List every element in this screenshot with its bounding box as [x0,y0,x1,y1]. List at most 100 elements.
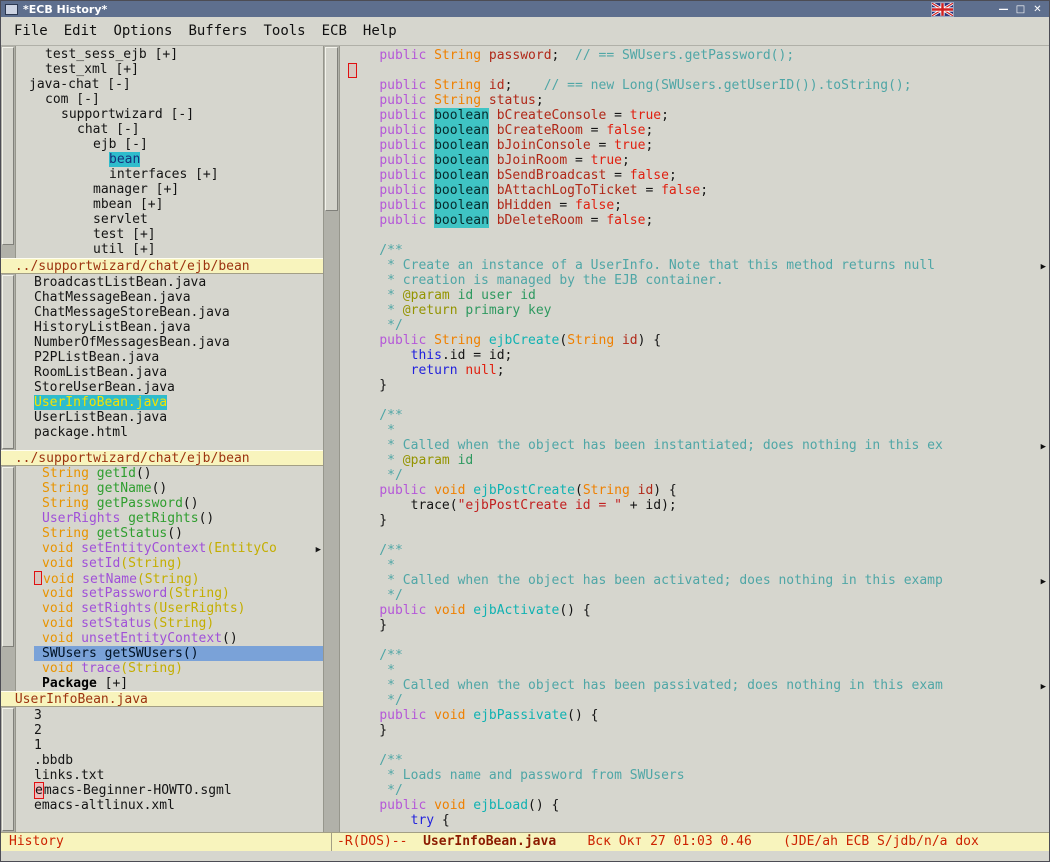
code-line[interactable]: public boolean bSendBroadcast = false; [348,168,1049,183]
methods-scrollbar[interactable] [1,466,16,691]
code-line[interactable]: */ [348,693,1049,708]
code-line[interactable]: * [348,663,1049,678]
code-line[interactable]: public String id; // == new Long(SWUsers… [348,78,1049,93]
code-line[interactable]: public String password; // == SWUsers.ge… [348,48,1049,63]
method-item[interactable]: String getId() [34,466,323,481]
code-line[interactable]: public void ejbLoad() { [348,798,1049,813]
menu-item-ecb[interactable]: ECB [314,20,355,42]
tree-item[interactable]: test_sess_ejb [+] [29,47,323,62]
menu-item-file[interactable]: File [6,20,56,42]
code-line[interactable]: * Loads name and password from SWUsers [348,768,1049,783]
editor-scrollbar[interactable] [323,46,340,832]
tree-item[interactable]: java-chat [-] [29,77,323,92]
method-item[interactable]: UserRights getRights() [34,511,323,526]
source-file-item[interactable]: NumberOfMessagesBean.java [34,335,323,350]
code-line[interactable]: trace("ejbPostCreate id = " + id); [348,498,1049,513]
tree-item[interactable]: chat [-] [29,122,323,137]
menu-item-edit[interactable]: Edit [56,20,106,42]
code-line[interactable]: */ [348,318,1049,333]
tree-item[interactable]: util [+] [29,242,323,257]
scrollbar-thumb[interactable] [325,47,338,211]
history-item[interactable]: emacs-Beginner-HOWTO.sgml [34,783,323,798]
history-item[interactable]: 3 [34,708,323,723]
directories-scrollbar[interactable] [1,46,16,258]
history-item[interactable]: 1 [34,738,323,753]
code-line[interactable]: return null; [348,363,1049,378]
code-line[interactable]: public boolean bAttachLogToTicket = fals… [348,183,1049,198]
menu-item-options[interactable]: Options [105,20,180,42]
code-line[interactable]: try { [348,813,1049,828]
code-line[interactable]: public String ejbCreate(String id) { [348,333,1049,348]
code-line[interactable] [348,228,1049,243]
code-line[interactable]: * [348,423,1049,438]
code-line[interactable]: * Create an instance of a UserInfo. Note… [348,258,1049,273]
method-item[interactable]: void setEntityContext(EntityCo▶ [34,541,323,556]
code-line[interactable]: * Called when the object has been activa… [348,573,1049,588]
history-scrollbar[interactable] [1,707,16,832]
code-line[interactable]: } [348,378,1049,393]
code-line[interactable]: public boolean bJoinConsole = true; [348,138,1049,153]
code-line[interactable] [348,63,1049,78]
code-line[interactable] [348,528,1049,543]
scrollbar-thumb[interactable] [2,47,14,245]
source-file-item[interactable]: ChatMessageStoreBean.java [34,305,323,320]
menu-item-buffers[interactable]: Buffers [180,20,255,42]
code-line[interactable]: } [348,513,1049,528]
tree-item[interactable]: test [+] [29,227,323,242]
code-line[interactable]: * Called when the object has been instan… [348,438,1049,453]
code-line[interactable]: } [348,618,1049,633]
history-item[interactable]: .bbdb [34,753,323,768]
code-line[interactable]: */ [348,468,1049,483]
history-item[interactable]: 2 [34,723,323,738]
code-line[interactable] [348,738,1049,753]
tree-item[interactable]: interfaces [+] [29,167,323,182]
menu-item-help[interactable]: Help [355,20,405,42]
method-item[interactable]: String getName() [34,481,323,496]
minimize-button[interactable]: — [996,4,1011,15]
tree-item[interactable]: ejb [-] [29,137,323,152]
tree-item[interactable]: mbean [+] [29,197,323,212]
minibuffer-echo-area[interactable] [1,851,1049,861]
source-file-item[interactable]: ChatMessageBean.java [34,290,323,305]
source-file-item[interactable]: StoreUserBean.java [34,380,323,395]
scrollbar-thumb[interactable] [2,467,14,647]
scrollbar-thumb[interactable] [2,708,14,831]
code-line[interactable]: public boolean bDeleteRoom = false; [348,213,1049,228]
code-line[interactable]: /** [348,753,1049,768]
code-line[interactable]: /** [348,648,1049,663]
code-line[interactable]: public void ejbPostCreate(String id) { [348,483,1049,498]
method-item[interactable]: String getPassword() [34,496,323,511]
code-line[interactable]: /** [348,408,1049,423]
code-line[interactable]: public boolean bCreateConsole = true; [348,108,1049,123]
code-line[interactable]: this.id = id; [348,348,1049,363]
sources-scrollbar[interactable] [1,274,16,450]
source-file-item[interactable]: UserListBean.java [34,410,323,425]
code-line[interactable]: * [348,558,1049,573]
source-file-item[interactable]: P2PListBean.java [34,350,323,365]
tree-item[interactable]: manager [+] [29,182,323,197]
source-file-item[interactable]: UserInfoBean.java [34,395,323,410]
method-item[interactable]: void setId(String) [34,556,323,571]
code-line[interactable]: * @param id user id [348,288,1049,303]
code-line[interactable]: /** [348,243,1049,258]
code-line[interactable]: } [348,723,1049,738]
history-item[interactable]: links.txt [34,768,323,783]
source-file-item[interactable]: package.html [34,425,323,440]
source-file-item[interactable]: HistoryListBean.java [34,320,323,335]
method-item[interactable]: Package [+] [34,676,323,691]
source-file-item[interactable]: RoomListBean.java [34,365,323,380]
code-line[interactable]: public boolean bHidden = false; [348,198,1049,213]
close-button[interactable]: ✕ [1030,4,1045,15]
code-line[interactable]: /** [348,543,1049,558]
method-item[interactable]: void setRights(UserRights) [34,601,323,616]
code-line[interactable]: public boolean bCreateRoom = false; [348,123,1049,138]
method-item[interactable]: SWUsers getSWUsers() [34,646,323,661]
method-item[interactable]: void setPassword(String) [34,586,323,601]
maximize-button[interactable]: □ [1013,4,1028,15]
code-line[interactable]: * Called when the object has been passiv… [348,678,1049,693]
method-item[interactable]: void setStatus(String) [34,616,323,631]
scrollbar-thumb[interactable] [2,275,14,449]
tree-item[interactable]: com [-] [29,92,323,107]
tree-item[interactable]: supportwizard [-] [29,107,323,122]
method-item[interactable]: String getStatus() [34,526,323,541]
